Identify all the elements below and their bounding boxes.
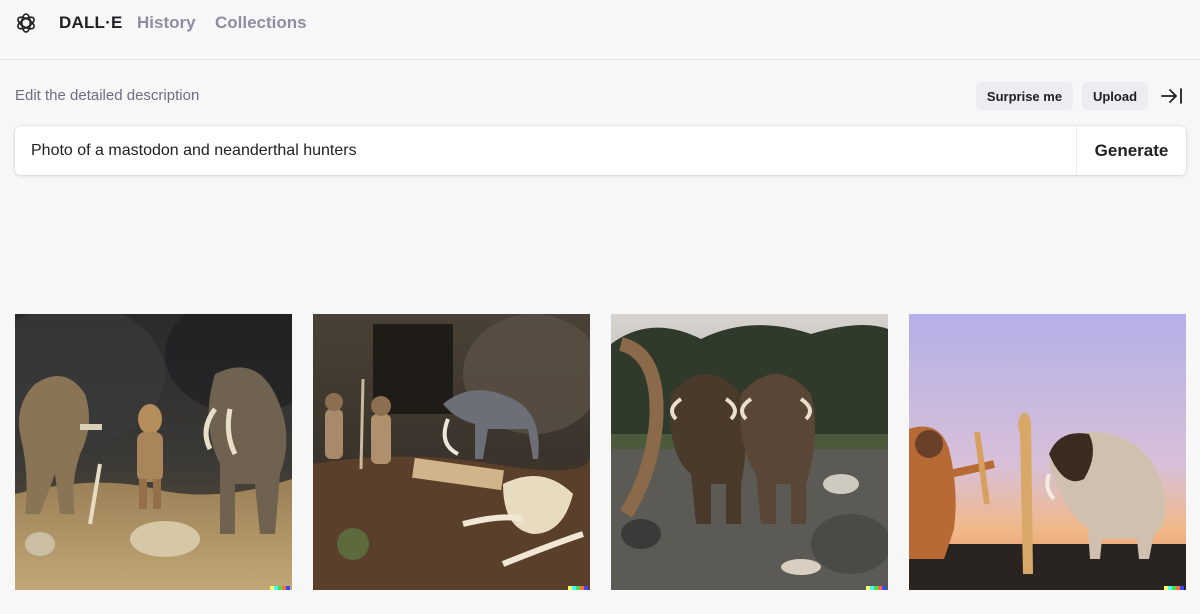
result-image-4[interactable] [909, 314, 1186, 590]
edit-description-label: Edit the detailed description [15, 87, 200, 104]
nav-history[interactable]: History [137, 13, 196, 33]
dalle-signature [568, 586, 588, 590]
nav-brand-dalle[interactable]: DALL·E [59, 13, 123, 33]
dalle-signature [1164, 586, 1184, 590]
surprise-me-button[interactable]: Surprise me [976, 82, 1073, 110]
openai-logo-icon[interactable] [14, 11, 38, 35]
result-image-2[interactable] [313, 314, 590, 590]
nav-collections[interactable]: Collections [215, 13, 307, 33]
top-navigation: DALL·E History Collections [0, 0, 1200, 60]
prompt-bar: Generate [15, 126, 1186, 175]
generate-button[interactable]: Generate [1077, 126, 1186, 175]
result-image-1[interactable] [15, 314, 292, 590]
dalle-signature [270, 586, 290, 590]
dalle-signature [866, 586, 886, 590]
prompt-input[interactable] [15, 126, 1076, 175]
upload-button[interactable]: Upload [1082, 82, 1148, 110]
result-image-3[interactable] [611, 314, 888, 590]
arrow-right-to-bar-icon[interactable] [1160, 86, 1184, 106]
